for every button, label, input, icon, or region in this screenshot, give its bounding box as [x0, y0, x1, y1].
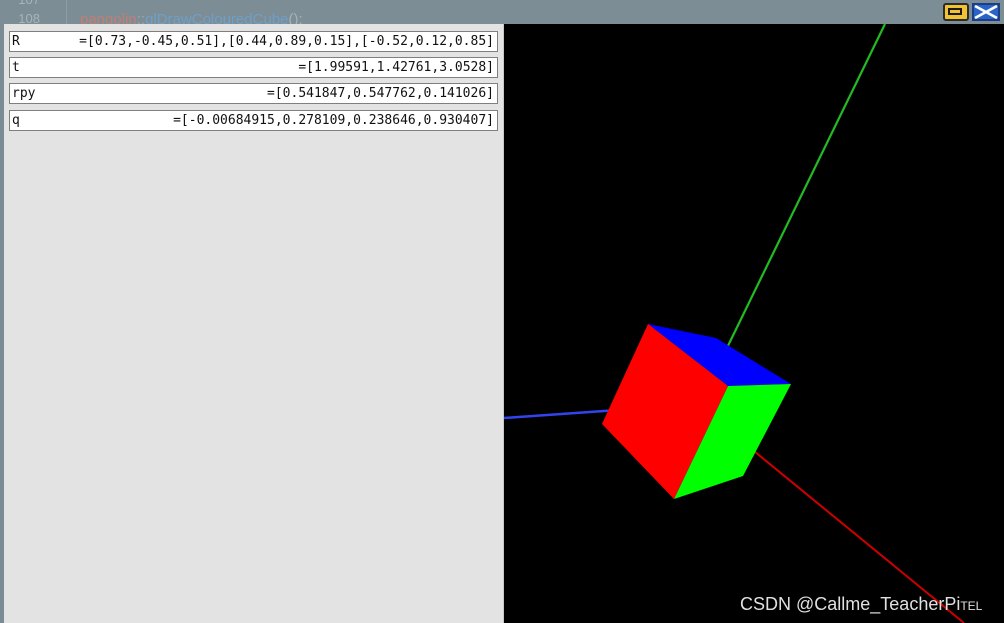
close-button[interactable]: [972, 3, 1000, 21]
variable-panel: R =[0.73,-0.45,0.51],[0.44,0.89,0.15],[-…: [4, 24, 504, 623]
var-value: =[0.541847,0.547762,0.141026]: [267, 86, 494, 101]
var-value: =[-0.00684915,0.278109,0.238646,0.930407…: [173, 113, 494, 128]
background-code-editor: 107 108 pangolin::glDrawColouredCube();: [0, 0, 1004, 24]
code-function: glDrawColouredCube: [145, 11, 289, 24]
code-separator: ::: [136, 11, 146, 24]
var-value: =[0.73,-0.45,0.51],[0.44,0.89,0.15],[-0.…: [79, 34, 494, 49]
axis-y-line: [722, 24, 886, 357]
var-row-rpy[interactable]: rpy =[0.541847,0.547762,0.141026]: [9, 83, 498, 104]
code-line: pangolin::glDrawColouredCube();: [80, 11, 303, 24]
line-number-gutter: 107 108: [0, 0, 67, 24]
close-x-icon: [974, 5, 998, 19]
var-name: q: [12, 113, 20, 128]
3d-viewport[interactable]: CSDN @Callme_TeacherPiTEL: [504, 24, 1004, 623]
var-name: rpy: [12, 86, 36, 101]
line-number: 107: [18, 0, 40, 7]
var-row-q[interactable]: q =[-0.00684915,0.278109,0.238646,0.9304…: [9, 110, 498, 131]
scene-canvas: [504, 24, 965, 623]
var-row-t[interactable]: t =[1.99591,1.42761,3.0528]: [9, 57, 498, 78]
line-number: 108: [18, 11, 40, 24]
maximize-button[interactable]: [943, 3, 969, 21]
code-namespace: pangolin: [80, 11, 137, 24]
var-row-R[interactable]: R =[0.73,-0.45,0.51],[0.44,0.89,0.15],[-…: [9, 31, 498, 52]
code-suffix: ();: [288, 11, 303, 24]
watermark: CSDN @Callme_TeacherPiTEL: [740, 594, 983, 614]
var-name: R: [12, 34, 20, 49]
var-value: =[1.99591,1.42761,3.0528]: [298, 60, 494, 75]
var-name: t: [12, 60, 20, 75]
